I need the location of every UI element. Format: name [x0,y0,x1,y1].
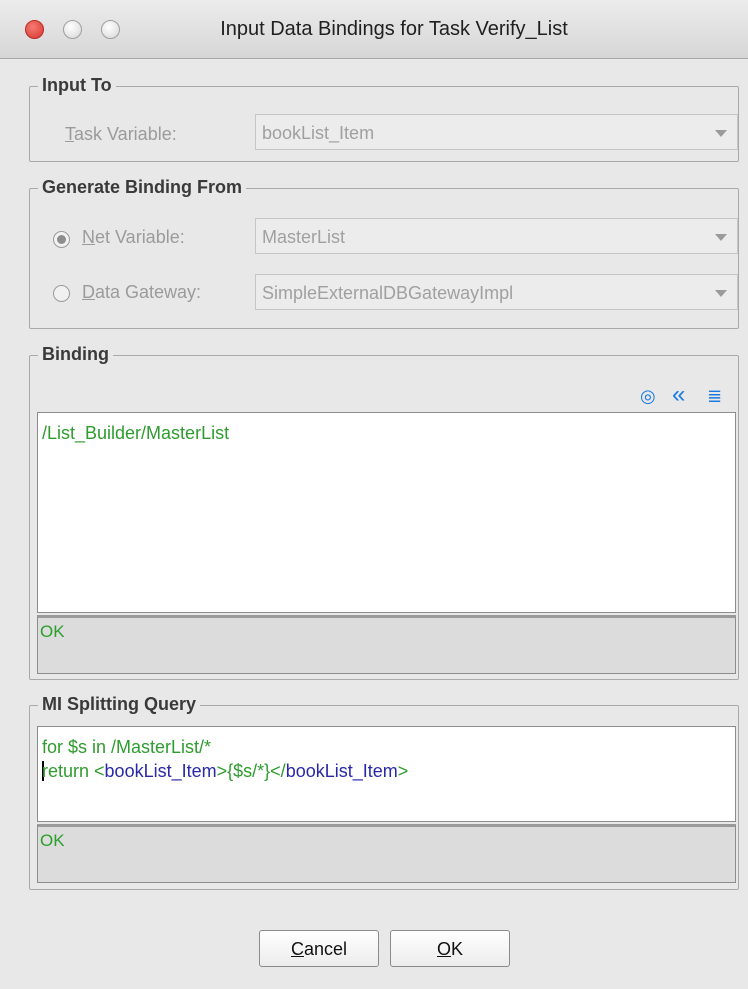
data-gateway-value: SimpleExternalDBGatewayImpl [262,283,514,303]
mi-query-line-1: for $s in /MasterList/* [42,737,212,757]
window-title: Input Data Bindings for Task Verify_List [220,18,568,40]
mi-query-legend: MI Splitting Query [38,694,201,715]
data-gateway-label: Data Gateway: [82,282,202,302]
task-variable-label: Task Variable: [65,124,177,144]
ok-button[interactable]: OK [390,930,510,967]
mi-query-status: OK [37,824,736,883]
chevron-down-icon [715,130,727,137]
format-icon[interactable]: ≣ [707,386,722,407]
net-variable-value: MasterList [262,227,346,247]
net-variable-label: Net Variable: [82,227,185,247]
binding-status: OK [37,615,736,674]
collapse-icon[interactable]: « [672,381,685,409]
mi-query-editor[interactable]: for $s in /MasterList/* return <bookList… [37,726,736,822]
binding-expression-text: /List_Builder/MasterList [42,423,230,443]
target-icon[interactable]: ◎ [640,386,656,407]
generate-binding-legend: Generate Binding From [38,177,247,198]
net-variable-combo[interactable]: MasterList [255,218,738,254]
data-gateway-radio[interactable] [53,285,70,302]
title-bar: Input Data Bindings for Task Verify_List [0,0,748,59]
mi-query-status-text: OK [40,831,65,850]
data-gateway-combo[interactable]: SimpleExternalDBGatewayImpl [255,274,738,310]
cancel-button[interactable]: Cancel [259,930,379,967]
binding-status-text: OK [40,622,65,641]
binding-expression-editor[interactable]: /List_Builder/MasterList [37,412,736,613]
chevron-down-icon [715,234,727,241]
task-variable-value: bookList_Item [262,123,375,143]
mi-query-line-2: return <bookList_Item>{$s/*}</bookList_I… [42,761,409,781]
task-variable-combo[interactable]: bookList_Item [255,114,738,150]
binding-legend: Binding [38,344,113,365]
chevron-down-icon [715,290,727,297]
net-variable-radio[interactable] [53,231,70,248]
input-to-legend: Input To [38,75,116,96]
